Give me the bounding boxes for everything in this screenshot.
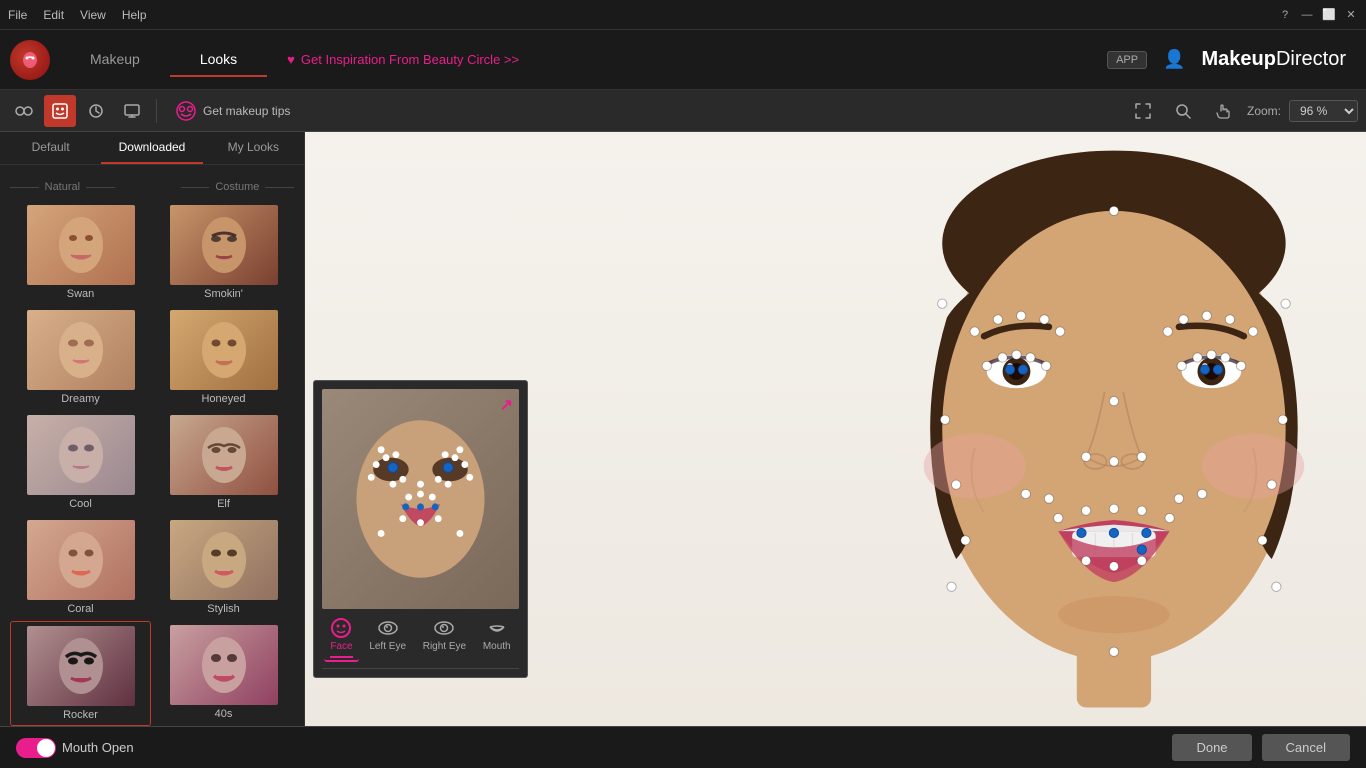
mini-tab-mouth-label: Mouth [483,641,511,652]
look-coral[interactable]: Coral [10,516,151,619]
look-rocker[interactable]: Rocker [10,621,151,726]
look-smokin-thumb [170,205,278,285]
mini-tab-face[interactable]: Face [324,615,358,662]
search-btn[interactable] [1167,95,1199,127]
toggle-knob [37,739,55,757]
zoom-select[interactable]: 96 % 50 % 75 % 100 % 125 % [1289,100,1358,122]
user-icon[interactable]: 👤 [1163,49,1185,70]
look-coral-thumb [27,520,135,600]
mini-face-view: ↗ [322,389,519,609]
app-title: MakeupDirector [1202,48,1346,71]
close-btn[interactable]: ✕ [1344,8,1358,22]
hand-btn[interactable] [1207,95,1239,127]
makeup-tips-btn[interactable]: Get makeup tips [165,96,300,126]
sidebar-tabs: Default Downloaded My Looks [0,132,304,165]
look-cool-label: Cool [69,498,92,510]
look-rocker-thumb [27,626,135,706]
look-stylish-label: Stylish [207,603,239,615]
look-swan[interactable]: Swan [10,201,151,304]
category-natural: Natural Costume [10,175,294,199]
mini-tab-right-eye-label: Right Eye [423,641,466,652]
look-honeyed-thumb [170,310,278,390]
toolbar-right: Zoom: 96 % 50 % 75 % 100 % 125 % [1127,95,1358,127]
toolbar: Get makeup tips Zoom: 96 % 50 % 75 % 100… [0,90,1366,132]
look-40s-thumb [170,625,278,705]
tab-looks[interactable]: Looks [170,43,267,77]
mini-panel: ↗ Face Left Eye Right Eye [313,380,528,678]
look-swan-label: Swan [67,288,95,300]
help-btn[interactable]: ? [1278,8,1292,22]
toolbar-history-btn[interactable] [80,95,112,127]
menu-edit[interactable]: Edit [43,8,64,22]
mini-tab-face-label: Face [330,641,352,652]
app-header: Makeup Looks ♥ Get Inspiration From Beau… [0,30,1366,90]
look-40s-label: 40s [215,708,233,720]
done-button[interactable]: Done [1172,734,1251,761]
canvas-area: ↗ Face Left Eye Right Eye [305,132,1366,726]
menu-help[interactable]: Help [122,8,147,22]
look-cool[interactable]: Cool [10,411,151,514]
toggle-container: Mouth Open [16,738,134,758]
sidebar-tab-default[interactable]: Default [0,132,101,164]
mouth-open-toggle[interactable] [16,738,56,758]
look-dreamy-label: Dreamy [61,393,100,405]
mini-tab-mouth[interactable]: Mouth [477,615,517,662]
look-dreamy-thumb [27,310,135,390]
looks-grid: Natural Costume Swan Smokin' [0,165,304,726]
menu-file[interactable]: File [8,8,27,22]
banner-text: Get Inspiration From Beauty Circle >> [301,52,519,67]
app-logo [0,30,60,90]
look-elf-thumb [170,415,278,495]
makeup-tips-label: Get makeup tips [203,104,290,118]
menu-bar: File Edit View Help [8,8,147,22]
look-elf-label: Elf [217,498,230,510]
app-badge[interactable]: APP [1107,51,1147,69]
look-elf[interactable]: Elf [153,411,294,514]
look-coral-label: Coral [67,603,93,615]
look-smokin-label: Smokin' [204,288,243,300]
toolbar-screen-btn[interactable] [116,95,148,127]
mini-tab-left-eye-label: Left Eye [369,641,406,652]
category-natural-label: Natural [45,181,80,193]
toolbar-face-btn[interactable] [44,95,76,127]
title-bar: File Edit View Help ? — ⬜ ✕ [0,0,1366,30]
main-layout: Default Downloaded My Looks Natural Cost… [0,132,1366,726]
look-honeyed-label: Honeyed [201,393,245,405]
mini-panel-tabs: Face Left Eye Right Eye Mouth [322,615,519,669]
look-cool-thumb [27,415,135,495]
toggle-label: Mouth Open [62,740,134,755]
sidebar-tab-mylooks[interactable]: My Looks [203,132,304,164]
look-dreamy[interactable]: Dreamy [10,306,151,409]
beauty-banner[interactable]: ♥ Get Inspiration From Beauty Circle >> [267,52,1107,67]
sidebar: Default Downloaded My Looks Natural Cost… [0,132,305,726]
bottom-bar: Mouth Open Done Cancel [0,726,1366,768]
look-40s[interactable]: 40s [153,621,294,726]
tab-makeup[interactable]: Makeup [60,43,170,77]
bottom-actions: Done Cancel [1172,734,1350,761]
app-right: APP 👤 MakeupDirector [1107,48,1366,71]
sidebar-tab-downloaded[interactable]: Downloaded [101,132,202,164]
mini-tab-right-eye[interactable]: Right Eye [417,615,472,662]
window-controls: ? — ⬜ ✕ [1278,8,1358,22]
mini-corner-arrow[interactable]: ↗ [500,395,513,415]
minimize-btn[interactable]: — [1300,8,1314,22]
look-stylish-thumb [170,520,278,600]
look-swan-thumb [27,205,135,285]
toolbar-divider [156,99,157,123]
cancel-button[interactable]: Cancel [1262,734,1350,761]
look-stylish[interactable]: Stylish [153,516,294,619]
logo-icon [10,40,50,80]
mini-tab-left-eye[interactable]: Left Eye [363,615,412,662]
look-smokin[interactable]: Smokin' [153,201,294,304]
menu-view[interactable]: View [80,8,106,22]
category-costume-label: Costume [215,181,259,193]
look-honeyed[interactable]: Honeyed [153,306,294,409]
look-rocker-label: Rocker [63,709,98,721]
fullscreen-btn[interactable] [1127,95,1159,127]
zoom-label: Zoom: [1247,104,1281,118]
toolbar-group-btn[interactable] [8,95,40,127]
maximize-btn[interactable]: ⬜ [1322,8,1336,22]
app-tabs: Makeup Looks [60,43,267,77]
